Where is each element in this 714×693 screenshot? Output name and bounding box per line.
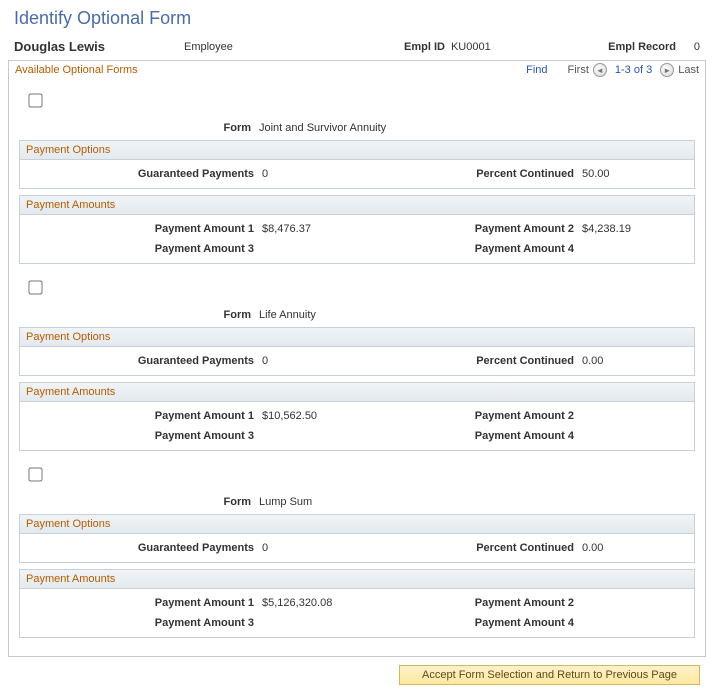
next-icon[interactable]: ► [660,63,674,77]
percent-continued-value: 0.00 [582,542,692,554]
prev-icon[interactable]: ◄ [593,63,607,77]
percent-continued-value: 0.00 [582,355,692,367]
find-link[interactable]: Find [526,64,567,76]
pa4-value [582,430,692,442]
guaranteed-payments-label: Guaranteed Payments [22,542,262,554]
emplid-label: Empl ID [404,41,451,53]
select-form-checkbox[interactable] [28,467,42,481]
guaranteed-payments-label: Guaranteed Payments [22,355,262,367]
grid-header: Available Optional Forms Find First ◄ 1-… [8,60,706,79]
pa4-label: Payment Amount 4 [462,617,582,629]
payment-options-bar: Payment Options [19,514,695,534]
pa1-label: Payment Amount 1 [22,223,262,235]
pa2-value [582,597,692,609]
pa2-label: Payment Amount 2 [462,223,582,235]
guaranteed-payments-value: 0 [262,542,462,554]
accept-button[interactable]: Accept Form Selection and Return to Prev… [399,665,700,685]
form-block: Form Lump Sum Payment Options Guaranteed… [19,461,695,638]
select-form-checkbox[interactable] [28,280,42,294]
pa4-label: Payment Amount 4 [462,430,582,442]
emplid-value: KU0001 [451,41,551,53]
pa3-label: Payment Amount 3 [22,243,262,255]
pa3-value [262,243,462,255]
emplrec-value: 0 [682,41,700,53]
pa3-value [262,617,462,629]
form-name: Life Annuity [259,309,695,321]
percent-continued-value: 50.00 [582,168,692,180]
pa4-value [582,243,692,255]
pa1-value: $10,562.50 [262,410,462,422]
grid-title: Available Optional Forms [15,64,526,76]
form-name: Lump Sum [259,496,695,508]
guaranteed-payments-value: 0 [262,168,462,180]
form-label: Form [19,496,259,508]
employee-header: Douglas Lewis Employee Empl ID KU0001 Em… [8,37,706,60]
pa4-label: Payment Amount 4 [462,243,582,255]
payment-options-bar: Payment Options [19,140,695,160]
pa2-label: Payment Amount 2 [462,597,582,609]
guaranteed-payments-label: Guaranteed Payments [22,168,262,180]
payment-amounts-bar: Payment Amounts [19,569,695,589]
forms-area: Form Joint and Survivor Annuity Payment … [8,79,706,657]
guaranteed-payments-value: 0 [262,355,462,367]
emplrec-label: Empl Record [608,41,682,53]
pa2-value: $4,238.19 [582,223,692,235]
pa2-label: Payment Amount 2 [462,410,582,422]
nav-first[interactable]: First [568,64,589,76]
page-title: Identify Optional Form [8,8,706,29]
pa1-label: Payment Amount 1 [22,410,262,422]
payment-amounts-bar: Payment Amounts [19,195,695,215]
select-form-checkbox[interactable] [28,93,42,107]
employee-name: Douglas Lewis [14,39,184,54]
nav-range: 1-3 of 3 [611,64,656,76]
form-label: Form [19,309,259,321]
pa1-label: Payment Amount 1 [22,597,262,609]
pa3-label: Payment Amount 3 [22,617,262,629]
employee-role: Employee [184,41,404,53]
percent-continued-label: Percent Continued [462,542,582,554]
pa3-value [262,430,462,442]
pa4-value [582,617,692,629]
percent-continued-label: Percent Continued [462,168,582,180]
pa1-value: $8,476.37 [262,223,462,235]
pa2-value [582,410,692,422]
form-name: Joint and Survivor Annuity [259,122,695,134]
form-block: Form Life Annuity Payment Options Guaran… [19,274,695,451]
payment-amounts-bar: Payment Amounts [19,382,695,402]
pa1-value: $5,126,320.08 [262,597,462,609]
payment-options-bar: Payment Options [19,327,695,347]
percent-continued-label: Percent Continued [462,355,582,367]
form-block: Form Joint and Survivor Annuity Payment … [19,87,695,264]
form-label: Form [19,122,259,134]
nav-last[interactable]: Last [678,64,699,76]
pa3-label: Payment Amount 3 [22,430,262,442]
